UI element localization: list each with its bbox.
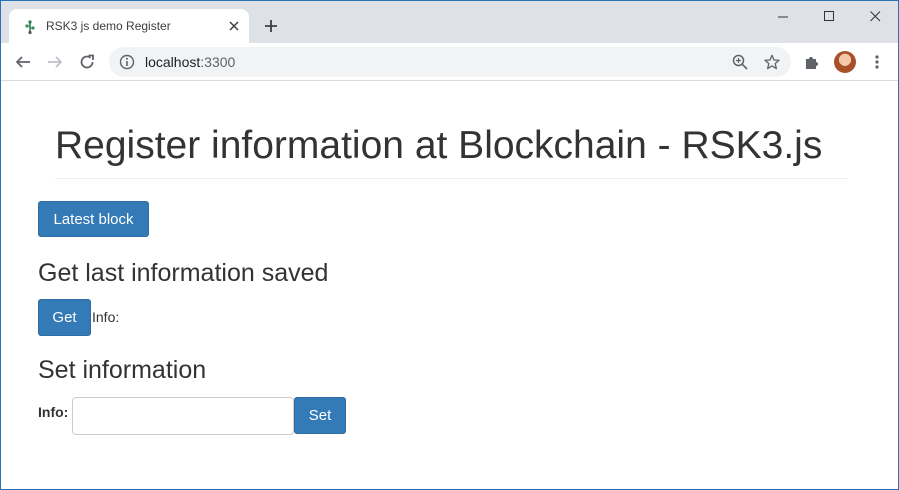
reload-icon[interactable] xyxy=(73,48,101,76)
set-button[interactable]: Set xyxy=(294,397,346,434)
extensions-puzzle-icon[interactable] xyxy=(798,48,826,76)
zoom-icon[interactable] xyxy=(731,53,749,71)
set-section-heading: Set information xyxy=(38,356,207,384)
browser-window: RSK3 js demo Register localhost:3300 Reg… xyxy=(0,0,899,490)
browser-toolbar: localhost:3300 xyxy=(1,43,898,81)
site-info-icon[interactable] xyxy=(119,54,135,70)
url-port: :3300 xyxy=(200,54,236,70)
forward-arrow-icon[interactable] xyxy=(41,48,69,76)
title-divider xyxy=(55,178,847,179)
get-button[interactable]: Get xyxy=(38,299,91,336)
set-info-label: Info: xyxy=(38,404,69,420)
rsk-favicon-icon xyxy=(22,19,38,35)
bookmark-star-icon[interactable] xyxy=(763,53,781,71)
latest-block-button[interactable]: Latest block xyxy=(38,201,149,237)
back-arrow-icon[interactable] xyxy=(9,48,37,76)
address-bar[interactable]: localhost:3300 xyxy=(109,47,791,77)
tab-strip: RSK3 js demo Register xyxy=(1,1,898,43)
browser-tab[interactable]: RSK3 js demo Register xyxy=(9,9,249,43)
close-window-icon[interactable] xyxy=(852,1,898,31)
get-info-label: Info: xyxy=(92,309,120,325)
menu-dots-icon[interactable] xyxy=(863,48,891,76)
page-title: Register information at Blockchain - RSK… xyxy=(55,124,823,167)
profile-avatar[interactable] xyxy=(834,51,856,73)
page-content: Register information at Blockchain - RSK… xyxy=(1,82,898,489)
get-section-heading: Get last information saved xyxy=(38,259,329,287)
maximize-icon[interactable] xyxy=(806,1,852,31)
tab-title: RSK3 js demo Register xyxy=(46,19,171,33)
close-tab-icon[interactable] xyxy=(225,17,243,35)
url-host: localhost xyxy=(145,54,201,70)
url-text: localhost:3300 xyxy=(145,54,235,70)
set-info-input[interactable] xyxy=(72,397,294,435)
minimize-icon[interactable] xyxy=(760,1,806,31)
new-tab-icon[interactable] xyxy=(259,14,283,38)
